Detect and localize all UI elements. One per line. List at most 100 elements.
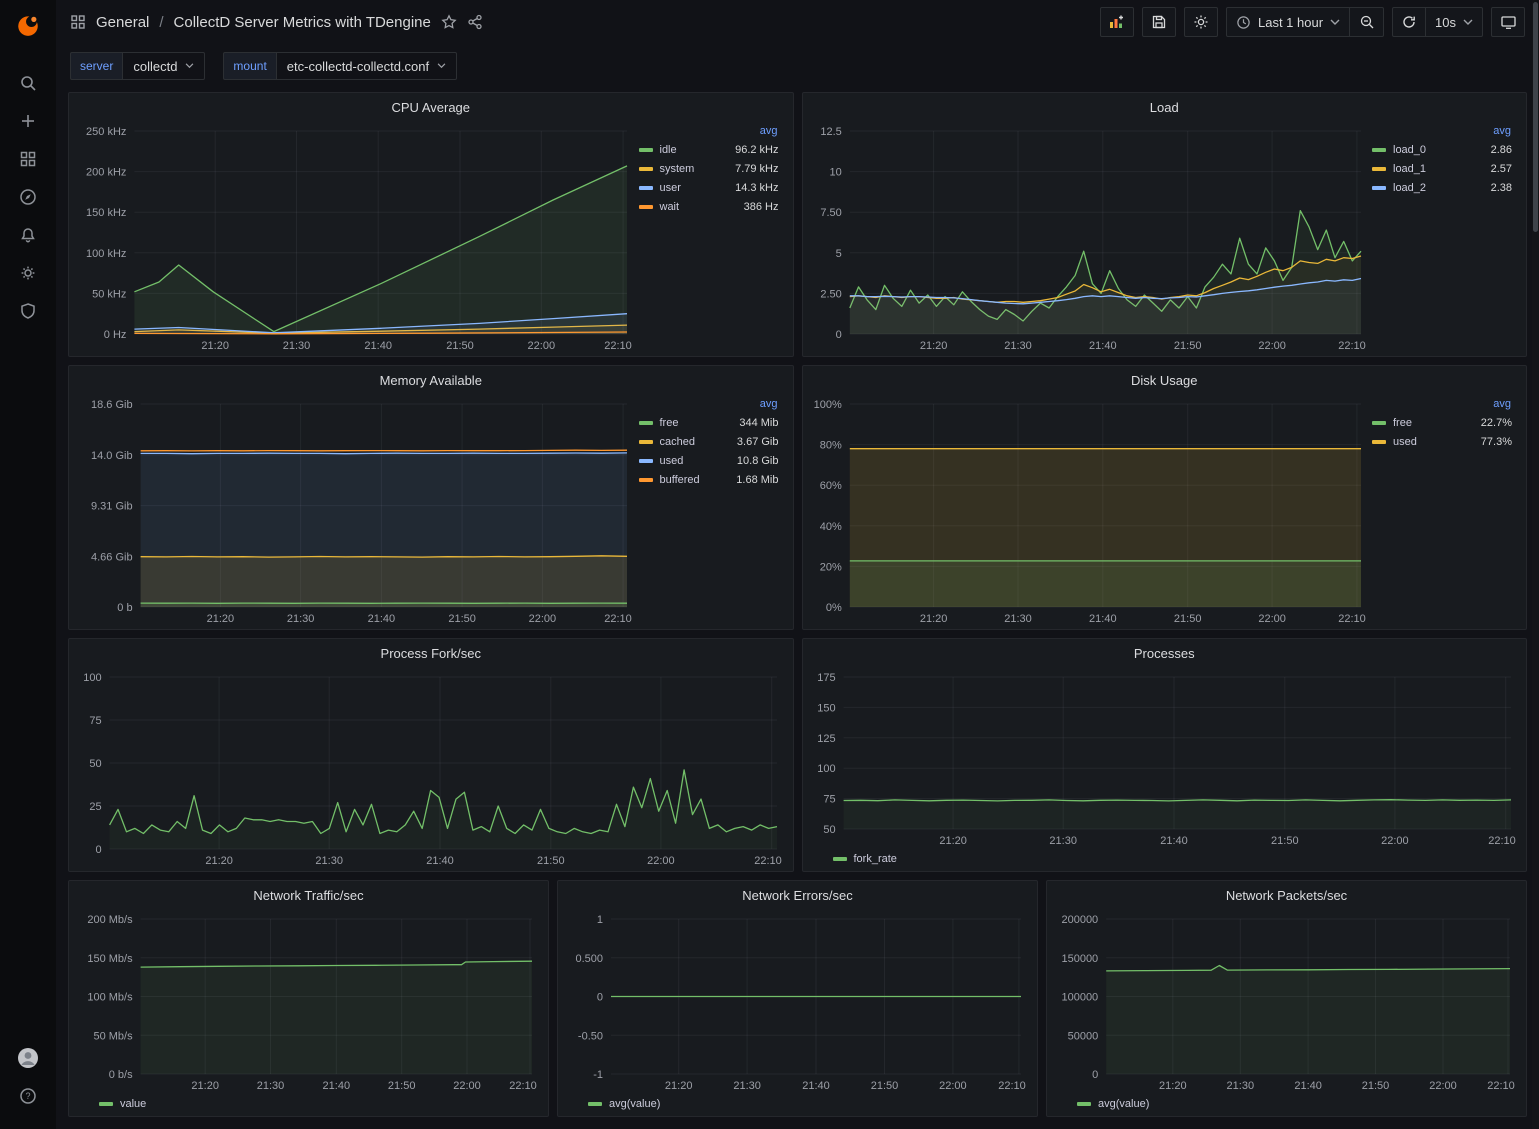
variable-mount-label: mount	[223, 52, 275, 80]
memory-available-legend: avgfree344 Mibcached3.67 Gibused10.8 Gib…	[635, 394, 785, 627]
svg-text:0: 0	[95, 844, 101, 856]
legend-series-name[interactable]: buffered	[660, 474, 731, 486]
legend-series-name[interactable]: user	[660, 182, 730, 194]
panel-row-3: Process Fork/sec 100755025021:2021:3021:…	[68, 638, 1527, 872]
create-icon[interactable]	[10, 103, 46, 139]
dashboard-settings-button[interactable]	[1184, 7, 1218, 37]
legend-swatch	[639, 459, 653, 463]
star-icon[interactable]	[441, 14, 457, 30]
svg-text:0 Hz: 0 Hz	[104, 329, 127, 341]
legend-series-name[interactable]: free	[1393, 417, 1475, 429]
configuration-gear-icon[interactable]	[10, 255, 46, 291]
legend-swatch	[639, 167, 653, 171]
explore-compass-icon[interactable]	[10, 179, 46, 215]
panel-title-network-errors[interactable]: Network Errors/sec	[558, 881, 1037, 909]
process-fork-chart[interactable]: 100755025021:2021:3021:4021:5022:0022:10	[77, 667, 785, 869]
breadcrumb-folder[interactable]: General	[96, 14, 149, 31]
panel-title-memory-available[interactable]: Memory Available	[69, 366, 793, 394]
legend-avg-header[interactable]: avg	[1372, 398, 1512, 410]
caret-down-icon	[1463, 19, 1473, 26]
svg-text:2.50: 2.50	[820, 288, 841, 300]
scrollbar[interactable]	[1532, 0, 1539, 1129]
legend-series-name[interactable]: load_1	[1393, 163, 1485, 175]
legend-item[interactable]: value	[99, 1098, 146, 1110]
memory-available-chart[interactable]: 18.6 Gib14.0 Gib9.31 Gib4.66 Gib0 b21:20…	[77, 394, 635, 627]
legend-series-name[interactable]: free	[660, 417, 734, 429]
network-errors-legend: avg(value)	[566, 1094, 1029, 1114]
legend-avg-header[interactable]: avg	[639, 398, 779, 410]
panel-title-cpu-average[interactable]: CPU Average	[69, 93, 793, 121]
legend-swatch	[1372, 421, 1386, 425]
legend-avg-header[interactable]: avg	[1372, 125, 1512, 137]
variable-server-label: server	[70, 52, 122, 80]
panel-title-network-traffic[interactable]: Network Traffic/sec	[69, 881, 548, 909]
network-errors-chart[interactable]: 10.5000-0.50-121:2021:3021:4021:5022:002…	[566, 909, 1029, 1094]
svg-text:21:40: 21:40	[1089, 340, 1117, 352]
legend-series-value: 96.2 kHz	[729, 144, 778, 156]
panel-title-disk-usage[interactable]: Disk Usage	[803, 366, 1527, 394]
server-admin-shield-icon[interactable]	[10, 293, 46, 329]
svg-text:100%: 100%	[813, 399, 841, 411]
cycle-view-mode-button[interactable]	[1491, 7, 1525, 37]
scrollbar-thumb[interactable]	[1533, 2, 1538, 232]
share-icon[interactable]	[467, 14, 483, 30]
panel-network-traffic: Network Traffic/sec 200 Mb/s150 Mb/s100 …	[68, 880, 549, 1117]
search-icon[interactable]	[10, 65, 46, 101]
svg-text:21:30: 21:30	[287, 613, 315, 625]
legend-item[interactable]: avg(value)	[588, 1098, 660, 1110]
legend-series-name[interactable]: idle	[660, 144, 730, 156]
network-traffic-chart[interactable]: 200 Mb/s150 Mb/s100 Mb/s50 Mb/s0 b/s21:2…	[77, 909, 540, 1094]
legend-avg-header[interactable]: avg	[639, 125, 779, 137]
panel-title-network-packets[interactable]: Network Packets/sec	[1047, 881, 1526, 909]
panel-row-2: Memory Available 18.6 Gib14.0 Gib9.31 Gi…	[68, 365, 1527, 630]
time-range-picker[interactable]: Last 1 hour	[1226, 7, 1350, 37]
legend-series-name[interactable]: used	[660, 455, 731, 467]
save-dashboard-button[interactable]	[1142, 7, 1176, 37]
svg-text:22:00: 22:00	[528, 340, 556, 352]
dashboard-grid-icon[interactable]	[70, 14, 86, 30]
add-panel-button[interactable]	[1100, 7, 1134, 37]
svg-text:21:50: 21:50	[1173, 613, 1201, 625]
legend-series-name[interactable]: system	[660, 163, 730, 175]
legend-series-name[interactable]: load_2	[1393, 182, 1485, 194]
disk-usage-chart[interactable]: 100%80%60%40%20%0%21:2021:3021:4021:5022…	[811, 394, 1369, 627]
legend-item[interactable]: fork_rate	[833, 853, 897, 865]
variable-mount-dropdown[interactable]: etc-collectd-collectd.conf	[276, 52, 457, 80]
processes-chart[interactable]: 175150125100755021:2021:3021:4021:5022:0…	[811, 667, 1519, 849]
legend-series-value: 2.86	[1485, 144, 1512, 156]
svg-text:21:50: 21:50	[388, 1080, 416, 1092]
panel-title-processes[interactable]: Processes	[803, 639, 1527, 667]
legend-item[interactable]: avg(value)	[1077, 1098, 1149, 1110]
legend-series-name[interactable]: load_0	[1393, 144, 1485, 156]
load-chart[interactable]: 12.5107.5052.50021:2021:3021:4021:5022:0…	[811, 121, 1369, 354]
svg-text:22:00: 22:00	[1429, 1080, 1457, 1092]
help-icon[interactable]: ?	[10, 1078, 46, 1114]
user-avatar[interactable]	[10, 1040, 46, 1076]
time-range-label: Last 1 hour	[1258, 15, 1323, 30]
svg-text:0.500: 0.500	[575, 953, 603, 965]
dashboards-icon[interactable]	[10, 141, 46, 177]
zoom-out-button[interactable]	[1350, 7, 1384, 37]
svg-text:12.5: 12.5	[820, 126, 841, 138]
legend-swatch	[639, 186, 653, 190]
refresh-interval-dropdown[interactable]: 10s	[1426, 7, 1483, 37]
network-packets-chart[interactable]: 20000015000010000050000021:2021:3021:402…	[1055, 909, 1518, 1094]
legend-series-name[interactable]: used	[1393, 436, 1475, 448]
cpu-average-chart[interactable]: 250 kHz200 kHz150 kHz100 kHz50 kHz0 Hz21…	[77, 121, 635, 354]
legend-series-name[interactable]: cached	[660, 436, 731, 448]
refresh-icon[interactable]	[1392, 7, 1426, 37]
svg-text:22:10: 22:10	[1488, 835, 1516, 847]
toolbar: Last 1 hour	[1100, 7, 1525, 37]
panel-title-load[interactable]: Load	[803, 93, 1527, 121]
legend-series-name[interactable]: wait	[660, 201, 738, 213]
alerting-bell-icon[interactable]	[10, 217, 46, 253]
svg-text:22:00: 22:00	[1381, 835, 1409, 847]
caret-down-icon	[437, 63, 446, 69]
legend-item: wait386 Hz	[639, 197, 779, 216]
panel-network-packets: Network Packets/sec 20000015000010000050…	[1046, 880, 1527, 1117]
panel-title-process-fork[interactable]: Process Fork/sec	[69, 639, 793, 667]
panel-network-errors: Network Errors/sec 10.5000-0.50-121:2021…	[557, 880, 1038, 1117]
dashboard-title[interactable]: CollectD Server Metrics with TDengine	[174, 14, 431, 31]
grafana-logo-icon[interactable]	[15, 12, 41, 38]
variable-server-dropdown[interactable]: collectd	[122, 52, 205, 80]
